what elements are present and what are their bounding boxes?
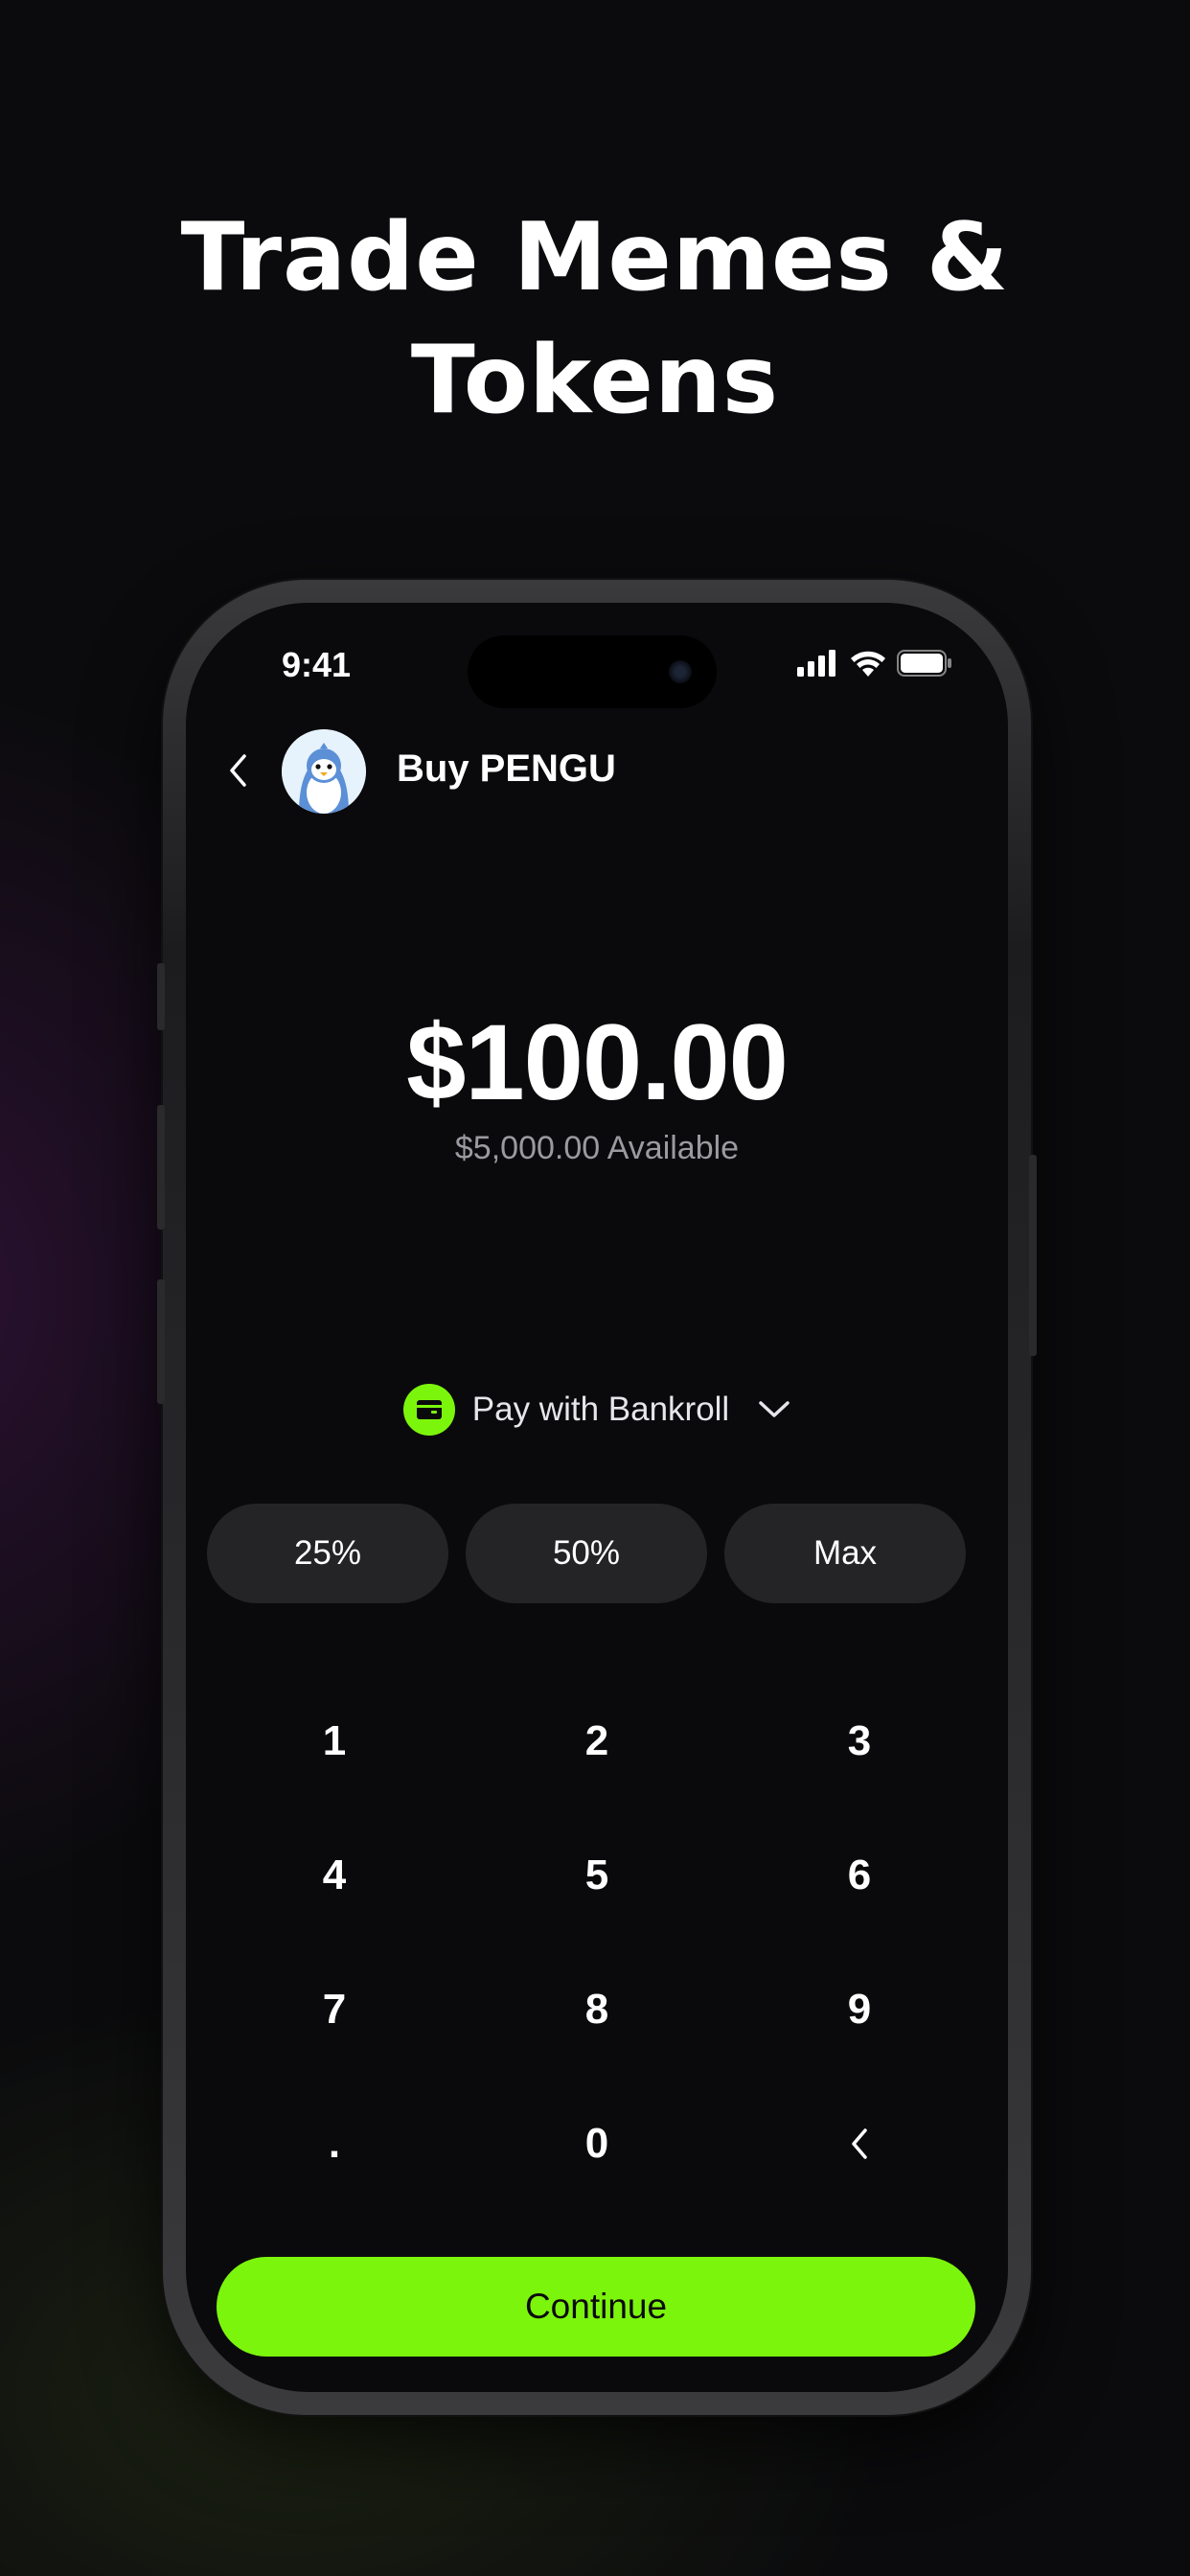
payment-method-selector[interactable]: Pay with Bankroll — [186, 1384, 1008, 1436]
phone-screen: 9:41 Buy PENGU $100.00 $5,000.00 Availab… — [186, 603, 1008, 2392]
preset-max-button[interactable]: Max — [724, 1504, 966, 1603]
keypad-row: . 0 — [186, 2077, 1008, 2211]
battery-icon — [897, 650, 951, 677]
numeric-keypad: 1 2 3 4 5 6 7 8 9 . 0 — [186, 1674, 1008, 2211]
chevron-left-icon — [230, 754, 246, 787]
amount-display: $100.00 — [406, 1002, 789, 1122]
backspace-icon — [852, 2128, 867, 2159]
status-bar: 9:41 — [186, 603, 1008, 708]
pengu-avatar — [282, 729, 366, 814]
phone-action-button — [157, 963, 165, 1030]
back-button[interactable] — [215, 744, 263, 797]
phone-side-button — [1029, 1155, 1037, 1356]
preset-25-button[interactable]: 25% — [207, 1504, 448, 1603]
penguin-icon — [282, 729, 366, 814]
key-6[interactable]: 6 — [776, 1808, 943, 1943]
preset-50-button[interactable]: 50% — [466, 1504, 707, 1603]
status-icons — [797, 649, 952, 678]
key-3[interactable]: 3 — [776, 1674, 943, 1808]
keypad-row: 4 5 6 — [186, 1808, 1008, 1943]
keypad-row: 1 2 3 — [186, 1674, 1008, 1808]
phone-volume-up-button — [157, 1105, 165, 1230]
wifi-icon — [851, 651, 885, 677]
phone-frame: 9:41 Buy PENGU $100.00 $5,000.00 Availab… — [157, 580, 1037, 2415]
page-title: Buy PENGU — [397, 748, 616, 790]
headline-line-1: Trade Memes & — [180, 203, 1010, 312]
continue-button[interactable]: Continue — [217, 2257, 975, 2357]
dynamic-island — [468, 635, 717, 708]
keypad-row: 7 8 9 — [186, 1943, 1008, 2077]
wallet-icon — [402, 1384, 455, 1436]
headline-line-2: Tokens — [410, 326, 780, 435]
camera-icon — [669, 660, 692, 683]
page-headline: Trade Memes & Tokens — [0, 196, 1190, 442]
key-2[interactable]: 2 — [514, 1674, 680, 1808]
chevron-down-icon — [759, 1401, 790, 1417]
payment-method-label: Pay with Bankroll — [471, 1391, 730, 1428]
status-time: 9:41 — [282, 645, 352, 684]
available-balance: $5,000.00 Available — [454, 1130, 740, 1166]
key-0[interactable]: 0 — [514, 2077, 680, 2211]
key-decimal[interactable]: . — [251, 2077, 418, 2211]
key-7[interactable]: 7 — [251, 1943, 418, 2077]
key-9[interactable]: 9 — [776, 1943, 943, 2077]
key-8[interactable]: 8 — [514, 1943, 680, 2077]
key-5[interactable]: 5 — [514, 1808, 680, 1943]
page: Trade Memes & Tokens 9:41 Buy PENGU $100… — [0, 0, 1190, 2576]
nav-bar: Buy PENGU — [186, 723, 1008, 818]
backspace-key[interactable] — [776, 2077, 943, 2211]
signal-icon — [797, 650, 835, 677]
key-4[interactable]: 4 — [251, 1808, 418, 1943]
key-1[interactable]: 1 — [251, 1674, 418, 1808]
phone-volume-down-button — [157, 1279, 165, 1404]
preset-buttons: 25% 50% Max — [207, 1504, 966, 1603]
